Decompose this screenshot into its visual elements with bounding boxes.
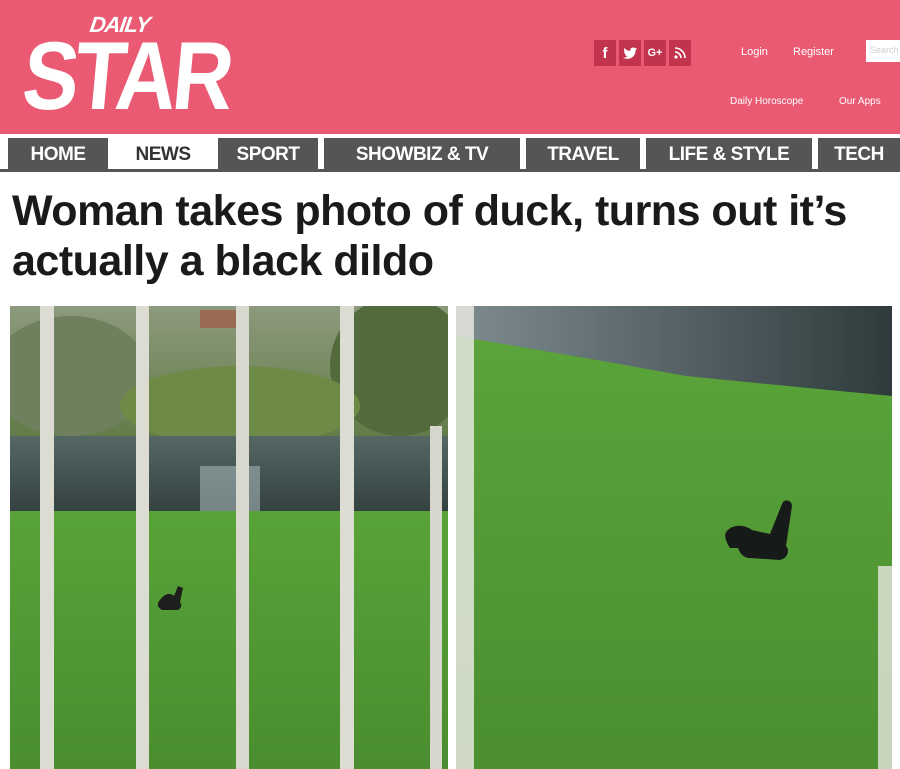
nav-news[interactable]: NEWS: [114, 138, 212, 172]
site-header: DAILY STAR f G+ Login Register Search Da…: [0, 0, 900, 134]
register-link[interactable]: Register: [793, 46, 834, 58]
twitter-icon[interactable]: [619, 40, 641, 66]
nav-sport[interactable]: SPORT: [218, 138, 318, 172]
nav-tech[interactable]: TECH: [818, 138, 900, 172]
article-headline: Woman takes photo of duck, turns out it’…: [12, 187, 847, 285]
nav-travel[interactable]: TRAVEL: [526, 138, 640, 172]
nav-life-style[interactable]: LIFE & STYLE: [646, 138, 812, 172]
article-photo-left: [10, 306, 448, 769]
logo-star-text: STAR: [18, 21, 235, 130]
rss-icon[interactable]: [669, 40, 691, 66]
our-apps-link[interactable]: Our Apps: [839, 96, 881, 107]
facebook-icon[interactable]: f: [594, 40, 616, 66]
search-input[interactable]: Search: [866, 40, 900, 62]
nav-underline: [0, 169, 900, 172]
nav-home[interactable]: HOME: [8, 138, 108, 172]
google-plus-icon[interactable]: G+: [644, 40, 666, 66]
daily-star-logo[interactable]: DAILY STAR: [18, 8, 234, 130]
login-link[interactable]: Login: [741, 46, 768, 58]
article-photo-right: [456, 306, 892, 769]
nav-showbiz-tv[interactable]: SHOWBIZ & TV: [324, 138, 520, 172]
daily-horoscope-link[interactable]: Daily Horoscope: [730, 96, 803, 107]
main-nav: HOME NEWS SPORT SHOWBIZ & TV TRAVEL LIFE…: [0, 134, 900, 172]
